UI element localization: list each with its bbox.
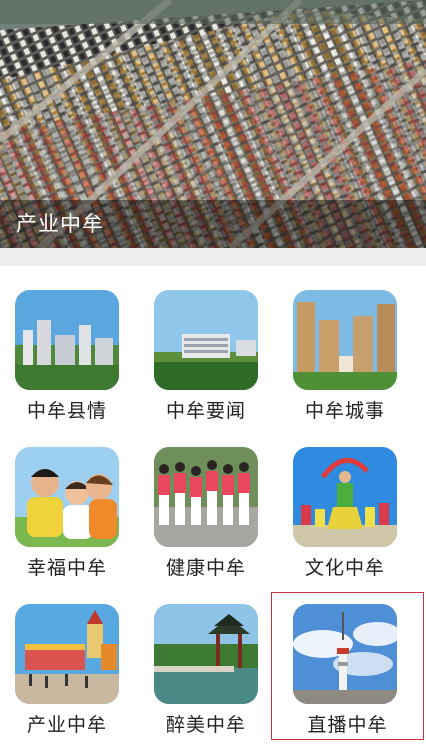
tile-label: 文化中牟 [304, 557, 385, 579]
happy-family-image [15, 447, 119, 547]
tile-label: 中牟要闻 [165, 400, 246, 422]
residential-towers-image [293, 290, 397, 390]
tile-city-events[interactable]: 中牟城事 [285, 266, 405, 422]
section-divider [0, 248, 426, 266]
tile-happy[interactable]: 幸福中牟 [7, 423, 127, 579]
lake-pavilion-image [154, 604, 258, 704]
city-skyline-image [15, 290, 119, 390]
government-building-image [154, 290, 258, 390]
tile-live[interactable]: 直播中牟 [271, 592, 424, 740]
tile-label: 幸福中牟 [26, 557, 107, 579]
tile-scenery[interactable]: 醉美中牟 [146, 580, 266, 736]
folk-dance-image [293, 447, 397, 547]
tile-label: 健康中牟 [165, 557, 246, 579]
tile-label: 中牟城事 [304, 400, 385, 422]
tile-industry[interactable]: 产业中牟 [7, 580, 127, 736]
tile-culture[interactable]: 文化中牟 [285, 423, 405, 579]
tile-label: 直播中牟 [307, 714, 388, 736]
tile-label: 产业中牟 [26, 714, 107, 736]
hero-banner[interactable]: 产业中牟 [0, 0, 426, 248]
tv-tower-image [293, 604, 397, 704]
category-grid: 中牟县情 中牟要闻 中牟城事 幸福中牟 健康中牟 文化中牟 产业中牟 醉美中牟 … [0, 266, 426, 747]
tile-county-news[interactable]: 中牟要闻 [146, 266, 266, 422]
tile-county-info[interactable]: 中牟县情 [7, 266, 127, 422]
tile-label: 中牟县情 [26, 400, 107, 422]
tile-label: 醉美中牟 [165, 714, 246, 736]
theme-park-image [15, 604, 119, 704]
hero-caption: 产业中牟 [0, 200, 426, 248]
group-exercise-image [154, 447, 258, 547]
tile-health[interactable]: 健康中牟 [146, 423, 266, 579]
